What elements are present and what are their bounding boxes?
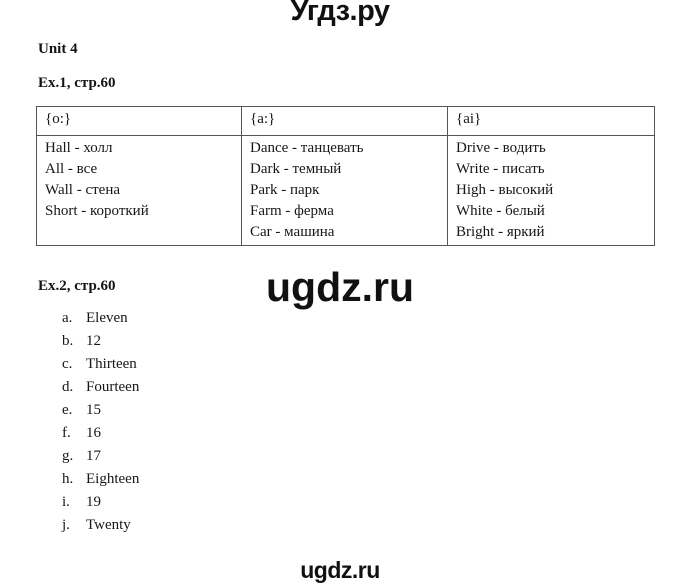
list-item-label: 17 [86,448,101,464]
word-entry: High - высокий [456,182,554,198]
list-item-label: 19 [86,494,101,510]
word-entry: Farm - ферма [250,203,334,219]
list-item-marker: b. [62,333,74,349]
word-entry: Write - писать [456,161,545,177]
table-header-row: {o:} {a:} {ai} [36,106,655,136]
list-item-marker: d. [62,379,74,395]
list-item-label: Fourteen [86,379,140,395]
vocabulary-table: {o:} {a:} {ai} Hall - холл All - все Wal… [36,106,655,246]
list-item-marker: f. [62,425,71,441]
answer-list: a. Eleven b. 12 c. Thirteen d. Fourteen … [62,310,139,540]
list-item: j. Twenty [62,517,139,540]
list-item-marker: j. [62,517,70,533]
word-entry: Dance - танцевать [250,140,364,156]
list-item-label: Twenty [86,517,131,533]
list-item-marker: g. [62,448,74,464]
word-entry: Dark - темный [250,161,342,177]
table-row: Hall - холл All - все Wall - стена Short… [36,135,655,246]
table-cell-column-1: Hall - холл All - все Wall - стена Short… [36,135,242,246]
word-entry: White - белый [456,203,545,219]
word-entry: Hall - холл [45,140,113,156]
watermark-center: ugdz.ru [265,264,415,310]
watermark-top: Угдз.ру [290,0,390,27]
list-item-label: Eleven [86,310,128,326]
word-entry: Bright - яркий [456,224,545,240]
document-page: Угдз.ру Unit 4 Ex.1, стр.60 {o:} {a:} {a… [0,0,680,586]
word-entry: Short - короткий [45,203,149,219]
table-header-cell: {a:} [241,106,448,136]
word-entry: Car - машина [250,224,335,240]
table-cell-column-3: Drive - водить Write - писать High - выс… [447,135,655,246]
table-cell-column-2: Dance - танцевать Dark - темный Park - п… [241,135,448,246]
list-item: c. Thirteen [62,356,139,379]
word-entry: All - все [45,161,98,177]
list-item-label: 16 [86,425,101,441]
list-item: f. 16 [62,425,139,448]
list-item-label: 12 [86,333,101,349]
list-item: h. Eighteen [62,471,139,494]
word-entry: Park - парк [250,182,320,198]
word-entry: Drive - водить [456,140,546,156]
list-item-label: Eighteen [86,471,140,487]
list-item: d. Fourteen [62,379,139,402]
list-item-label: Thirteen [86,356,137,372]
exercise-1-heading: Ex.1, стр.60 [38,75,116,91]
list-item: b. 12 [62,333,139,356]
list-item-marker: c. [62,356,73,372]
list-item: g. 17 [62,448,139,471]
watermark-bottom: ugdz.ru [300,557,380,583]
list-item-marker: h. [62,471,74,487]
table-header-cell: {ai} [447,106,655,136]
unit-heading: Unit 4 [38,41,78,57]
list-item-marker: i. [62,494,70,510]
list-item-label: 15 [86,402,101,418]
word-entry: Wall - стена [45,182,120,198]
list-item-marker: a. [62,310,73,326]
table-header-cell: {o:} [36,106,242,136]
list-item: a. Eleven [62,310,139,333]
list-item: e. 15 [62,402,139,425]
list-item-marker: e. [62,402,73,418]
list-item: i. 19 [62,494,139,517]
